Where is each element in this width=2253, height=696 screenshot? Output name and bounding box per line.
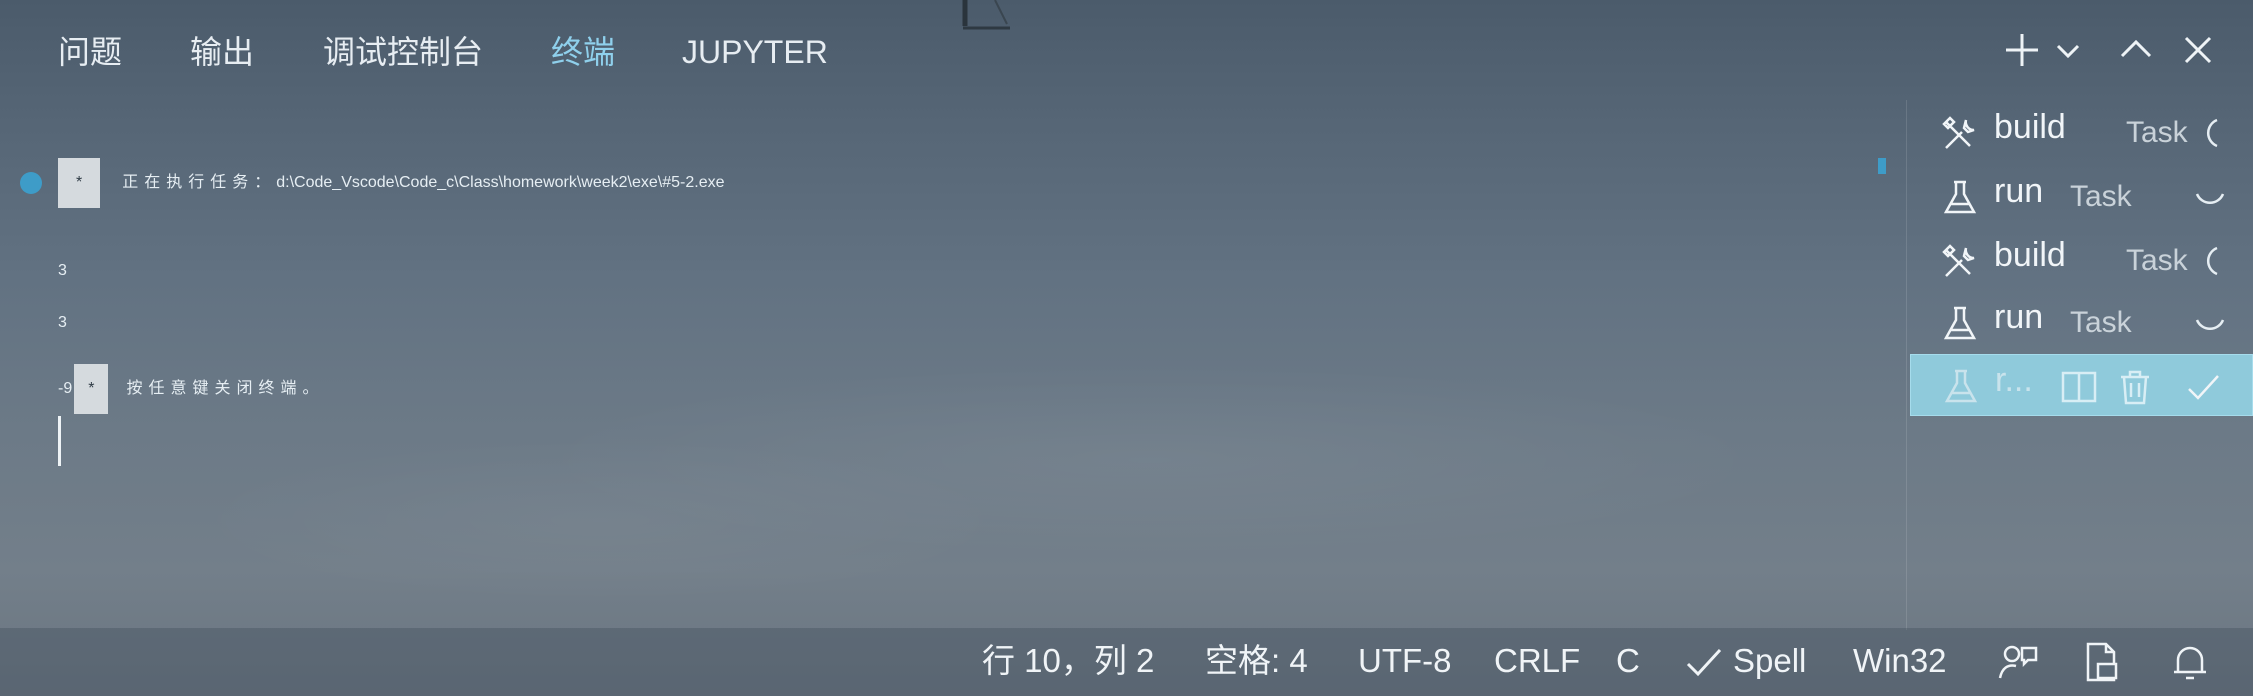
loading-spinner-icon [2195,319,2225,330]
task-kind: Task [2126,116,2188,149]
exec-path: d:\Code_Vscode\Code_c\Class\homework\wee… [276,174,725,191]
tab-output[interactable]: 输出 [190,30,254,74]
check-icon [1684,640,1724,684]
panel-tab-bar: 问题 输出 调试控制台 终端 JUPYTER [0,0,2253,100]
beaker-icon [1943,180,1977,214]
output-line: 3 [58,314,67,331]
check-icon [2188,375,2219,400]
task-kind: Task [2070,180,2132,213]
task-item-run-selected[interactable]: r... [1910,354,2253,416]
end-text: 按任意键关闭终端。 [126,378,325,397]
tools-icon [1942,116,1975,149]
overview-marker [1878,158,1886,174]
output-line: -9 [58,380,73,397]
task-name: run [1994,298,2044,336]
output-line: 3 [58,262,67,279]
tools-icon [1942,244,1975,277]
command-status-dot [20,172,42,194]
spell-check[interactable]: Spell [1733,638,1806,684]
language-mode[interactable]: C [1616,638,1640,684]
feedback-icon[interactable] [1996,640,2040,684]
terminal-cursor [58,416,61,466]
plus-icon[interactable] [1998,26,2046,74]
indentation-spaces[interactable]: 空格: 4 [1205,638,1308,684]
close-icon[interactable] [2174,26,2222,74]
platform[interactable]: Win32 [1853,638,1947,684]
exec-badge: * [58,158,101,208]
split-terminal-icon[interactable] [2059,367,2099,407]
cursor-position[interactable]: 行 10，列 2 [982,638,1154,684]
task-name: build [1994,108,2066,146]
trash-icon[interactable] [2115,367,2155,407]
loading-spinner-icon [2195,193,2225,204]
exec-text: 正在执行任务： [122,172,277,191]
bell-icon[interactable] [2168,640,2212,684]
beaker-icon [1944,369,1978,403]
task-name: build [1994,236,2066,274]
tab-problems[interactable]: 问题 [58,30,122,74]
tab-terminal[interactable]: 终端 [551,30,615,74]
file-encoding[interactable]: UTF-8 [1358,638,1452,684]
loading-spinner-icon [2207,246,2218,276]
status-bar: 行 10，列 2 空格: 4 UTF-8 CRLF C Spell Win32 [0,628,2253,696]
task-kind: Task [2126,244,2188,277]
chevron-down-icon[interactable] [2046,26,2090,74]
tab-jupyter[interactable]: JUPYTER [682,30,828,74]
end-line: -9 * 按任意键关闭终端。 [58,364,324,414]
task-name: r... [1995,361,2033,399]
file-settings-icon[interactable] [2080,640,2124,684]
task-item-run[interactable]: run Task [1910,292,2253,354]
chevron-up-icon[interactable] [2112,26,2160,74]
task-kind: Task [2070,306,2132,339]
exec-line: * 正在执行任务：d:\Code_Vscode\Code_c\Class\home… [58,158,725,208]
loading-spinner-icon [2207,118,2218,148]
task-item-build[interactable]: build Task [1910,230,2253,292]
end-badge: * [74,364,109,414]
task-name: run [1994,172,2044,210]
beaker-icon [1943,306,1977,340]
task-item-run[interactable]: run Task [1910,166,2253,228]
task-item-build[interactable]: build Task [1910,102,2253,164]
task-list-divider [1906,100,1907,630]
tab-debug-console[interactable]: 调试控制台 [323,30,483,74]
end-of-line[interactable]: CRLF [1494,638,1580,684]
